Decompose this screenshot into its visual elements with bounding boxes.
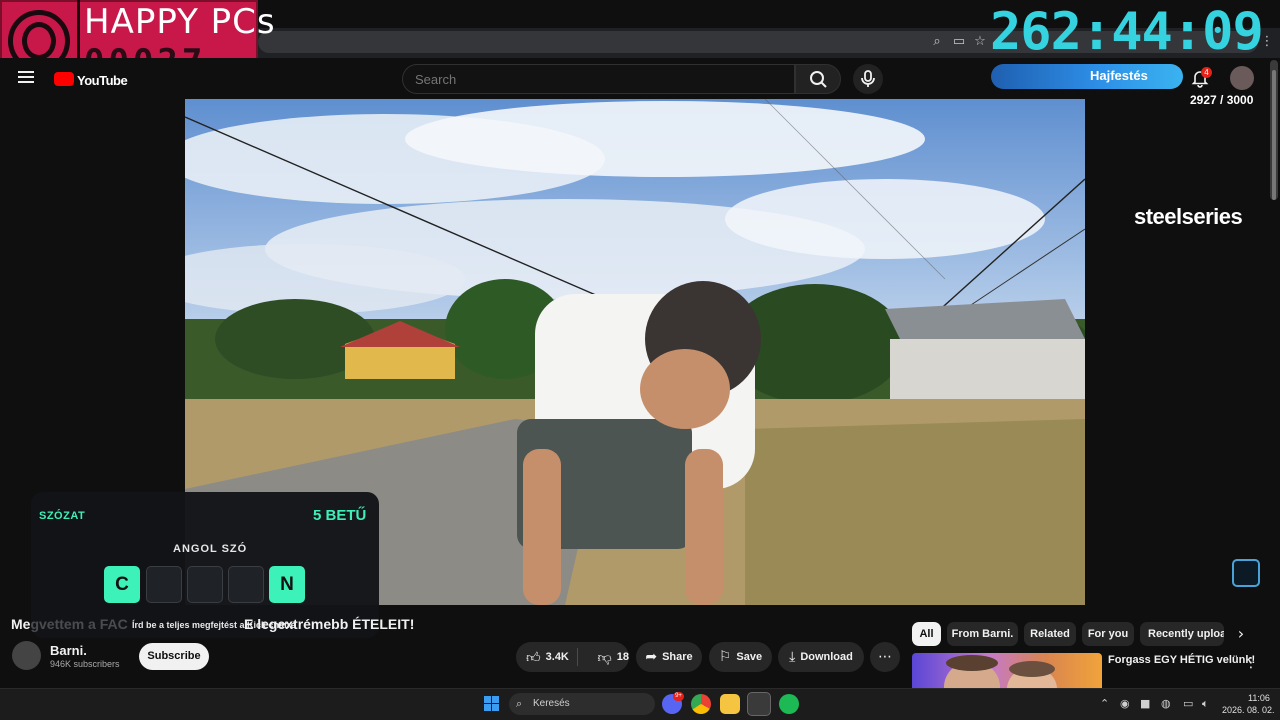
donation-goal-bar bbox=[991, 64, 1183, 89]
tray-app-icon[interactable]: ■ bbox=[1140, 697, 1150, 710]
kick-logo-icon bbox=[1232, 559, 1260, 587]
related-video-title[interactable]: Forgass EGY HÉTIG velünk! bbox=[1108, 654, 1255, 666]
taskbar-search-icon: ⌕ bbox=[516, 697, 523, 710]
word-tile bbox=[146, 566, 182, 603]
video-title-start: Me bbox=[11, 616, 31, 632]
stream-timer: 262:44:09 bbox=[990, 2, 1264, 62]
more-actions-button[interactable]: ⋯ bbox=[870, 642, 900, 672]
sponsor-logo: steelseries bbox=[1134, 204, 1243, 229]
related-thumbnail-art bbox=[944, 655, 1057, 689]
file-explorer-icon[interactable] bbox=[720, 694, 740, 714]
youtube-wordmark[interactable]: YouTube bbox=[77, 73, 128, 88]
channel-name[interactable]: Barni. bbox=[50, 643, 87, 658]
chrome-app-icon[interactable] bbox=[691, 694, 711, 714]
account-avatar[interactable] bbox=[1230, 66, 1254, 90]
save-label: Save bbox=[736, 651, 763, 663]
tray-volume-icon[interactable]: 🔈︎ bbox=[1202, 697, 1209, 711]
windows-start-icon[interactable] bbox=[484, 696, 500, 712]
chip-related[interactable]: Related bbox=[1024, 622, 1076, 646]
download-button[interactable]: ⤓ Download bbox=[778, 642, 864, 672]
download-icon: ⤓ bbox=[789, 649, 796, 665]
bookmark-star-icon[interactable]: ☆ bbox=[971, 33, 989, 51]
thumbs-down-icon[interactable]: 👎︎ bbox=[598, 649, 612, 666]
thumbs-up-icon[interactable]: 👍︎ bbox=[526, 649, 541, 666]
like-count[interactable]: 3.4K bbox=[546, 651, 569, 663]
bookmark-icon: ⚐ bbox=[718, 649, 732, 665]
search-icon bbox=[810, 71, 827, 88]
discord-badge: 9+ bbox=[673, 692, 684, 701]
stream-logo-title: HAPPY PCs bbox=[84, 2, 276, 42]
donation-goal-progress: 2927 / 3000 bbox=[1190, 93, 1254, 107]
word-game-source: SZÓZAT bbox=[39, 510, 86, 522]
tray-discord-icon[interactable]: ◍ bbox=[1161, 697, 1171, 710]
word-game-length: 5 BETŰ bbox=[313, 507, 367, 524]
taskbar-clock-date[interactable]: 2026. 08. 02. bbox=[1222, 705, 1275, 715]
chip-recently-uploaded[interactable]: Recently uploaded bbox=[1140, 622, 1224, 646]
word-tile: C bbox=[104, 566, 140, 603]
chip-all[interactable]: All bbox=[912, 622, 941, 646]
like-divider bbox=[577, 648, 578, 666]
microphone-icon bbox=[861, 70, 875, 87]
word-tile bbox=[187, 566, 223, 603]
word-game-language: ANGOL SZÓ bbox=[173, 543, 248, 555]
voice-search-button[interactable] bbox=[853, 64, 883, 94]
more-horizontal-icon: ⋯ bbox=[878, 649, 892, 665]
youtube-logo-icon[interactable] bbox=[54, 72, 74, 86]
channel-avatar[interactable] bbox=[12, 641, 41, 670]
channel-subscriber-count: 946K subscribers bbox=[50, 659, 120, 669]
word-tile: N bbox=[269, 566, 305, 603]
donation-goal-label: Hajfestés bbox=[1090, 68, 1148, 83]
chip-from-channel[interactable]: From Barni. bbox=[947, 622, 1018, 646]
save-button[interactable]: ⚐ Save bbox=[709, 642, 772, 672]
like-dislike-group: 👍︎ 3.4K 👎︎ 18 bbox=[516, 642, 629, 672]
search-input[interactable] bbox=[402, 64, 795, 94]
tray-chevron-up-icon[interactable]: ⌃ bbox=[1100, 697, 1109, 710]
stream-logo-inner-ring bbox=[22, 22, 56, 60]
tray-steam-icon[interactable]: ◉ bbox=[1120, 697, 1130, 710]
hamburger-menu-icon[interactable] bbox=[18, 68, 36, 84]
notification-badge: 4 bbox=[1201, 67, 1212, 78]
cast-icon[interactable]: ▭ bbox=[950, 33, 968, 51]
search-button[interactable] bbox=[795, 64, 841, 94]
related-video-thumbnail[interactable] bbox=[912, 653, 1102, 689]
tray-network-icon[interactable]: ▭ bbox=[1183, 697, 1193, 710]
page-scrollbar-thumb[interactable] bbox=[1272, 70, 1276, 200]
video-title: Megvettem a FAC bbox=[11, 616, 128, 632]
spotify-app-icon[interactable] bbox=[779, 694, 799, 714]
taskbar-search[interactable] bbox=[509, 693, 655, 715]
word-tile bbox=[228, 566, 264, 603]
chevron-right-icon[interactable]: › bbox=[1232, 625, 1250, 643]
taskbar-search-label: Keresés bbox=[533, 698, 570, 709]
subscribe-button[interactable]: Subscribe bbox=[139, 643, 209, 670]
active-app-icon[interactable] bbox=[747, 692, 771, 716]
share-label: Share bbox=[662, 651, 693, 663]
dislike-count[interactable]: 18 bbox=[617, 651, 629, 663]
more-vertical-icon[interactable]: ⋮ bbox=[1244, 655, 1258, 671]
taskbar-clock-time[interactable]: 11:06 bbox=[1248, 693, 1270, 703]
zoom-icon[interactable]: ⌕ bbox=[928, 33, 946, 51]
chip-for-you[interactable]: For you bbox=[1082, 622, 1134, 646]
share-button[interactable]: ➦ Share bbox=[636, 642, 702, 672]
download-label: Download bbox=[800, 651, 853, 663]
video-title-end: E legextrémebb ÉTELEIT! bbox=[244, 616, 415, 632]
share-icon: ➦ bbox=[645, 649, 658, 665]
video-title-fragment: gvettem a FAC bbox=[30, 616, 128, 632]
